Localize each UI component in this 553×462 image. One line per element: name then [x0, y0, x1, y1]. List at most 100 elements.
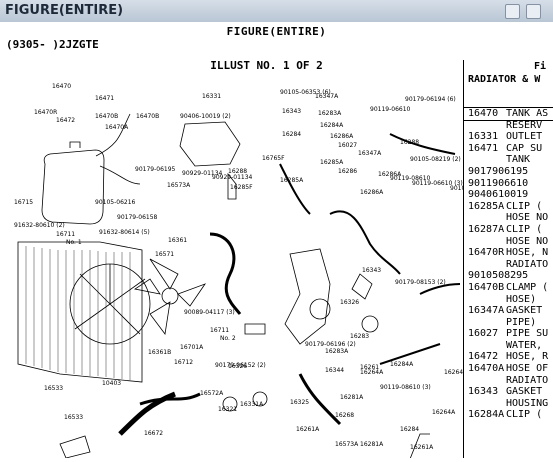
part-callout-label[interactable]: 91632-80610 (2)	[14, 222, 65, 229]
part-callout-label[interactable]: 16284	[282, 131, 301, 138]
part-callout-label[interactable]: 16264A	[444, 369, 463, 376]
parts-list-row[interactable]: HOSE NO	[464, 236, 553, 248]
part-callout-label[interactable]: 16283A	[325, 348, 349, 355]
part-callout-label[interactable]: 16286A	[360, 189, 384, 196]
parts-list-row[interactable]: RADIATO	[464, 259, 553, 271]
part-callout-label[interactable]: 16285A	[320, 159, 344, 166]
part-callout-label[interactable]: 16712	[174, 359, 193, 366]
part-callout-label[interactable]: 16281A	[360, 441, 384, 448]
parts-list-row[interactable]: 16470B CLAMP (	[464, 282, 553, 294]
part-callout-label[interactable]: 16268	[335, 412, 354, 419]
parts-list-row[interactable]: 16470A HOSE OF	[464, 363, 553, 375]
part-callout-label[interactable]: 16285A	[280, 177, 304, 184]
part-callout-label[interactable]: 16261A	[410, 444, 434, 451]
parts-list-row[interactable]: 16343 GASKET	[464, 386, 553, 398]
part-callout-label[interactable]: 10403	[102, 380, 121, 387]
parts-list-row[interactable]: WATER,	[464, 340, 553, 352]
part-callout-label[interactable]: 16284	[400, 426, 419, 433]
part-callout-label[interactable]: 16331A	[240, 401, 264, 408]
part-callout-label[interactable]: 16361	[168, 237, 187, 244]
part-callout-label[interactable]: 90179-06195	[135, 166, 176, 173]
part-callout-label[interactable]: 16286A	[330, 133, 354, 140]
parts-list-row[interactable]: HOSE)	[464, 294, 553, 306]
part-callout-label[interactable]: 16533	[44, 385, 63, 392]
part-callout-label[interactable]: 90179-08153 (2)	[395, 279, 446, 286]
part-callout-label[interactable]: 16711	[210, 327, 229, 334]
part-callout-label[interactable]: 16573A	[167, 182, 191, 189]
part-callout-label[interactable]: 16261A	[296, 426, 320, 433]
part-callout-label[interactable]: 90179-06196 (2)	[305, 341, 356, 348]
parts-list-row[interactable]: 9011906610	[464, 178, 553, 190]
part-callout-label[interactable]: 16284A	[320, 122, 344, 129]
part-callout-label[interactable]: 90119-06610	[370, 106, 411, 113]
part-callout-label[interactable]: No. 1	[66, 239, 82, 246]
part-callout-label[interactable]: 16701A	[180, 344, 204, 351]
part-callout-label[interactable]: 90179-06194 (6)	[405, 96, 456, 103]
minimize-button[interactable]	[505, 4, 520, 19]
part-callout-label[interactable]: 16264A	[360, 369, 384, 376]
parts-list-row[interactable]: TANK	[464, 154, 553, 166]
part-callout-label[interactable]: 16571	[155, 251, 174, 258]
part-callout-label[interactable]: 90119-08610	[390, 175, 431, 182]
part-callout-label[interactable]: 16331	[202, 93, 221, 100]
part-callout-label[interactable]: 16470R	[34, 109, 57, 116]
part-callout-label[interactable]: 90929-01134	[212, 174, 253, 181]
part-callout-label[interactable]: 16711	[56, 231, 75, 238]
parts-list-row[interactable]: HOUSING	[464, 398, 553, 410]
part-callout-label[interactable]: 16715	[14, 199, 33, 206]
parts-list-row[interactable]: 16470 TANK AS	[463, 107, 553, 121]
part-callout-label[interactable]: 16343	[282, 108, 301, 115]
part-callout-label[interactable]: 16264A	[432, 409, 456, 416]
part-callout-label[interactable]: 16343	[362, 267, 381, 274]
part-callout-label[interactable]: 16573A	[335, 441, 359, 448]
parts-list-row[interactable]: 9040610019	[464, 189, 553, 201]
part-callout-label[interactable]: 16347A	[315, 93, 339, 100]
parts-list-row[interactable]: HOSE NO	[464, 212, 553, 224]
part-callout-label[interactable]: 16321	[218, 406, 237, 413]
part-callout-label[interactable]: 16027	[338, 142, 357, 149]
parts-diagram[interactable]: 16470 16471 16470R 16472 16470B 16470B 16470A 1…	[0, 74, 463, 460]
part-callout-label[interactable]: 16765F	[262, 155, 285, 162]
part-callout-label[interactable]: 90105-08219 (2)	[410, 156, 461, 163]
parts-list-row[interactable]: 16470R HOSE, N	[464, 247, 553, 259]
part-callout-label[interactable]: 16286	[338, 168, 357, 175]
part-callout-label[interactable]: 16281A	[340, 394, 364, 401]
part-callout-label[interactable]: 16672	[144, 430, 163, 437]
part-callout-label[interactable]: 16347A	[358, 150, 382, 157]
parts-list-row[interactable]: 16285A CLIP (	[464, 201, 553, 213]
parts-list-row[interactable]: 16027 PIPE SU	[464, 328, 553, 340]
parts-list-row[interactable]: PIPE)	[464, 317, 553, 329]
part-callout-label[interactable]: 16472	[56, 117, 75, 124]
part-callout-label[interactable]: 16344	[325, 367, 344, 374]
part-callout-label[interactable]: 90105-06216	[95, 199, 136, 206]
part-callout-label[interactable]: 16361B	[148, 349, 171, 356]
part-callout-label[interactable]: 16470A	[105, 124, 129, 131]
part-callout-label[interactable]: 16283	[350, 333, 369, 340]
part-callout-label[interactable]: No. 2	[220, 335, 236, 342]
part-callout-label[interactable]: 90089-04117 (3)	[184, 309, 235, 316]
part-callout-label[interactable]: 16471	[95, 95, 114, 102]
part-callout-label[interactable]: 16470B	[95, 113, 118, 120]
parts-list-row[interactable]: 16347A GASKET	[464, 305, 553, 317]
part-callout-label[interactable]: 16288	[400, 139, 419, 146]
part-callout-label[interactable]: 90179-06158	[117, 214, 158, 221]
parts-list-row[interactable]: 16472 HOSE, R	[464, 351, 553, 363]
part-callout-label[interactable]: 90119-08610 (3)	[380, 384, 431, 391]
part-callout-label[interactable]: 16325	[290, 399, 309, 406]
part-callout-label[interactable]: 90406-10019 (2)	[180, 113, 231, 120]
parts-list-row[interactable]: RESERV	[464, 120, 553, 132]
part-callout-label[interactable]: 16470B	[136, 113, 159, 120]
parts-list-row[interactable]: 16471 CAP SU	[464, 143, 553, 155]
part-callout-label[interactable]: 91632-80614 (5)	[99, 229, 150, 236]
part-callout-label[interactable]: 16470	[52, 83, 71, 90]
parts-list-row[interactable]: 16287A CLIP (	[464, 224, 553, 236]
parts-list-row[interactable]: 9017906195	[464, 166, 553, 178]
close-button[interactable]	[526, 4, 541, 19]
part-callout-label[interactable]: 16285F	[230, 184, 253, 191]
part-callout-label[interactable]: 16326	[228, 363, 247, 370]
parts-list-row[interactable]: 9010508295	[464, 270, 553, 282]
parts-list-row[interactable]: RADIATO	[464, 375, 553, 387]
part-callout-label[interactable]: 16284A	[390, 361, 414, 368]
parts-list-row[interactable]: 16284A CLIP (	[464, 409, 553, 421]
part-callout-label[interactable]: 16326	[340, 299, 359, 306]
